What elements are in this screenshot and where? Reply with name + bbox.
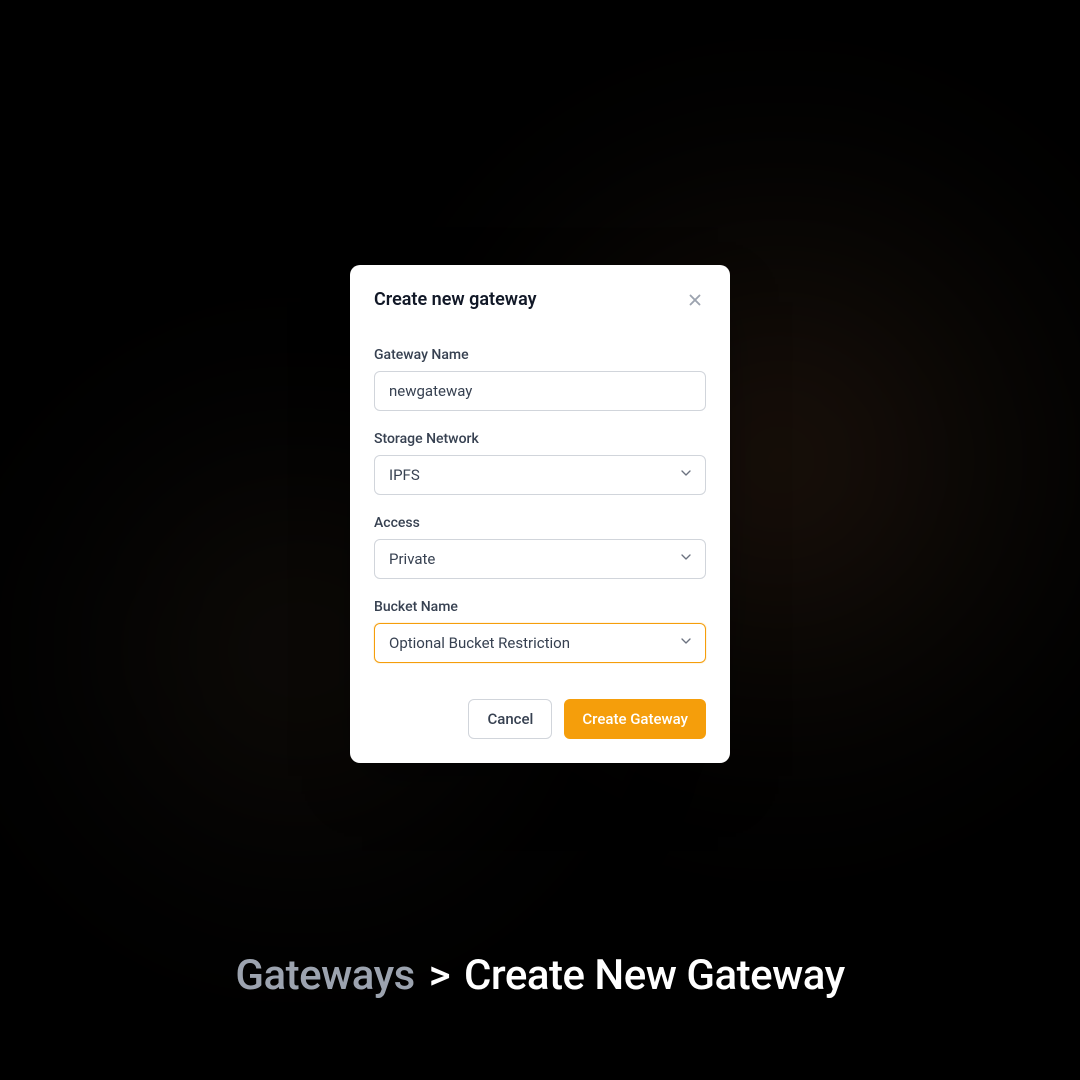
access-select[interactable]: Private [374, 539, 706, 579]
create-gateway-modal: Create new gateway Gateway Name Storage … [350, 265, 730, 763]
bucket-name-select[interactable]: Optional Bucket Restriction [374, 623, 706, 663]
bucket-name-group: Bucket Name Optional Bucket Restriction [374, 599, 706, 663]
modal-title: Create new gateway [374, 289, 537, 310]
gateway-name-label: Gateway Name [374, 347, 706, 363]
close-icon [686, 291, 704, 313]
access-group: Access Private [374, 515, 706, 579]
breadcrumb-current: Create New Gateway [464, 951, 845, 1000]
breadcrumb: Gateways > Create New Gateway [0, 951, 1080, 1000]
storage-network-value: IPFS [389, 466, 420, 484]
breadcrumb-separator: > [429, 951, 450, 1000]
cancel-button[interactable]: Cancel [468, 699, 552, 739]
storage-network-label: Storage Network [374, 431, 706, 447]
gateway-name-input[interactable] [374, 371, 706, 411]
access-label: Access [374, 515, 706, 531]
storage-network-group: Storage Network IPFS [374, 431, 706, 495]
modal-header: Create new gateway [374, 289, 706, 315]
access-value: Private [389, 550, 435, 568]
access-select-wrapper: Private [374, 539, 706, 579]
gateway-name-group: Gateway Name [374, 347, 706, 411]
bucket-name-placeholder: Optional Bucket Restriction [389, 634, 570, 652]
breadcrumb-parent: Gateways [235, 951, 414, 1000]
create-gateway-button[interactable]: Create Gateway [564, 699, 706, 739]
bucket-name-select-wrapper: Optional Bucket Restriction [374, 623, 706, 663]
close-button[interactable] [684, 289, 706, 315]
modal-footer: Cancel Create Gateway [374, 699, 706, 739]
bucket-name-label: Bucket Name [374, 599, 706, 615]
storage-network-select[interactable]: IPFS [374, 455, 706, 495]
storage-network-select-wrapper: IPFS [374, 455, 706, 495]
